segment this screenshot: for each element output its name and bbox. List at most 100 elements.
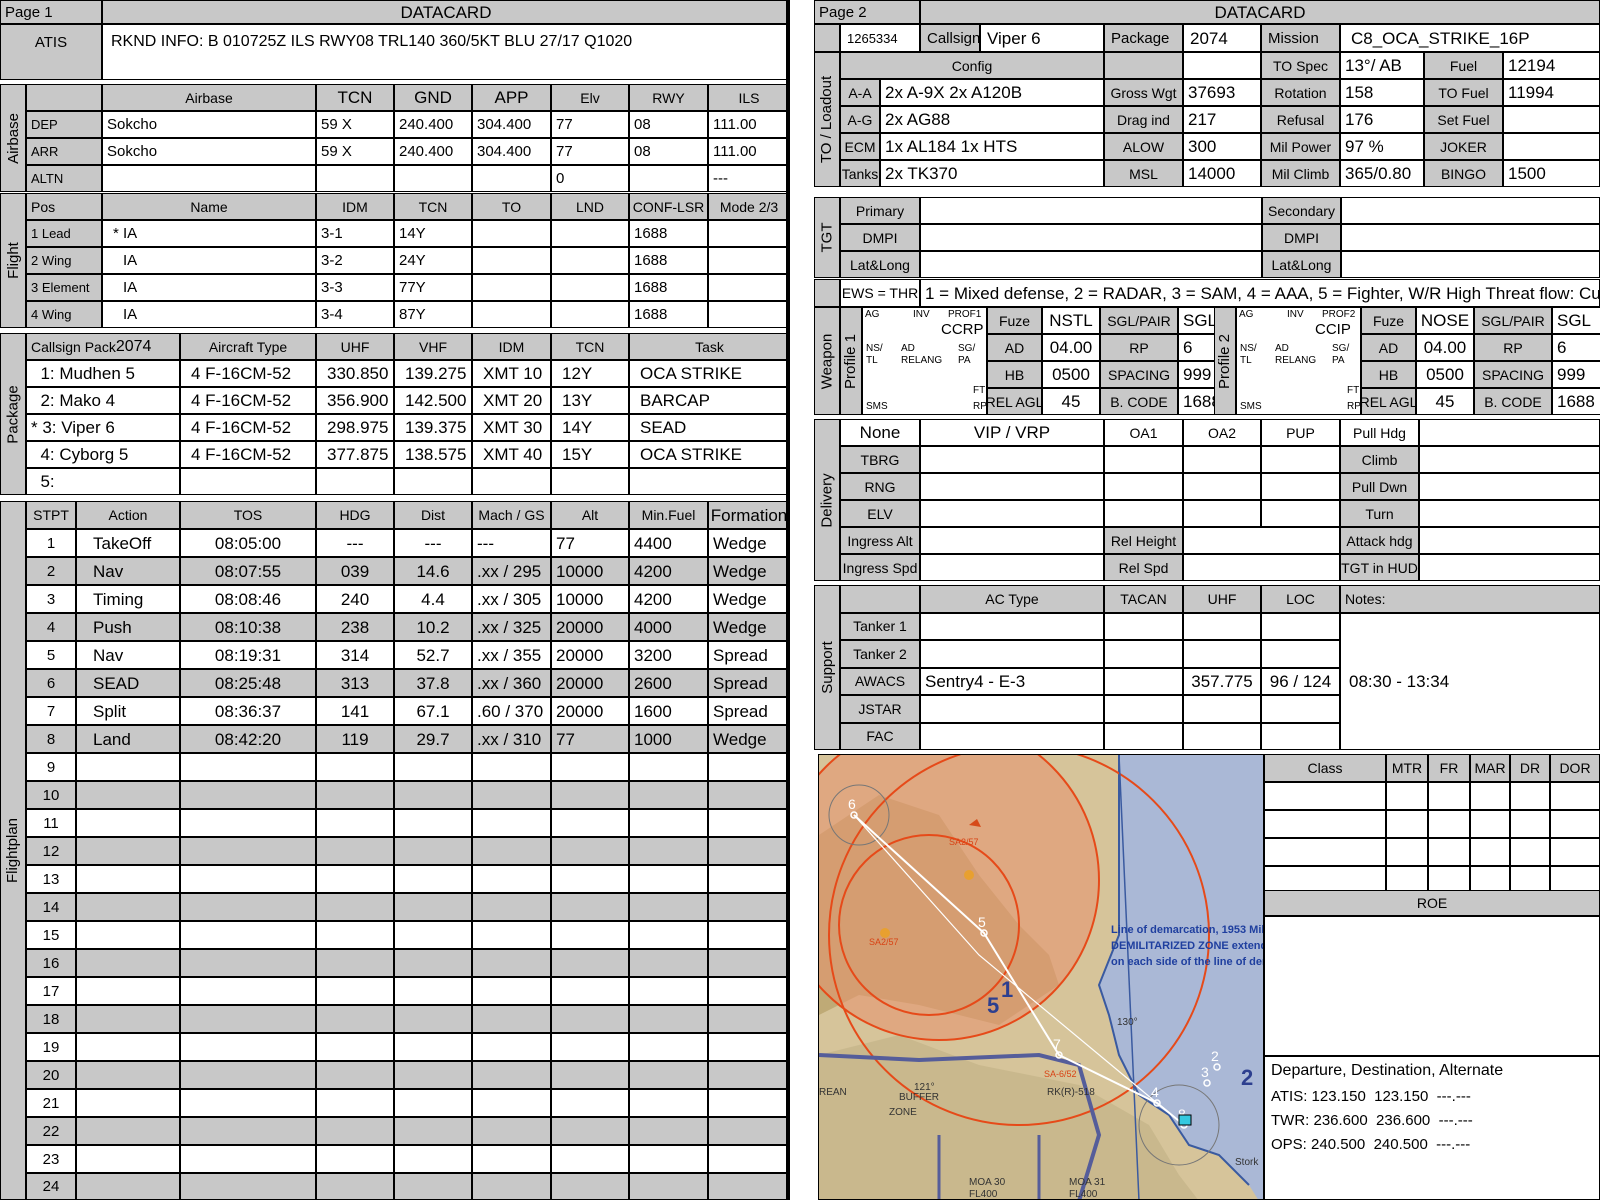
fp-cell: 119 [316,725,394,753]
fp-cell [472,1145,551,1173]
airbase-cell: Sokcho [102,138,316,165]
fp-cell [551,1061,629,1089]
flight-cell: 3-2 [316,247,394,274]
delivery-label: Pull Dwn [1340,473,1419,500]
fp-cell [472,781,551,809]
flight-cell [551,301,629,328]
weapon-value: 04.00 [1042,334,1100,361]
threat-label: SA-6/52 [1044,1069,1077,1079]
loadout-label: Mil Climb [1261,160,1340,187]
row1-cell: C8_OCA_STRIKE_16P [1340,24,1600,52]
flight-section-label: Flight [0,193,26,328]
fp-header: HDG [316,501,394,529]
package-cell [180,468,316,495]
tgt-value [920,251,1262,278]
flight-cell: 1688 [629,247,708,274]
fp-cell [629,1173,708,1200]
fp-cell [76,921,180,949]
sms-text: SG/ [1332,343,1350,354]
airbase-cell: 0 [551,165,629,192]
fp-stpt: 13 [26,865,76,893]
class-cell [1550,838,1600,866]
airbase-header: Airbase [102,84,316,111]
flightplan-section-label-text: Flightplan [4,817,22,884]
fp-cell [76,865,180,893]
support-uhf: 357.775 [1183,667,1261,695]
weapon-value: 45 [1416,388,1474,415]
airbase-header: GND [394,84,472,111]
mission-map[interactable]: 2 3 4 5 6 7 8 SA2/57 SA2/57 SA-6/52 Line of demarc… [818,754,1264,1200]
delivery-label: ELV [840,500,920,527]
support-uhf [1183,695,1261,723]
map-label: 2 [1241,1065,1253,1090]
loadout-label: ECM [840,133,880,160]
flight-header: Mode 2/3 [708,193,790,220]
weapon-value: 0500 [1416,361,1474,388]
fp-stpt: 9 [26,753,76,781]
tgt-section-label-text: TGT [818,222,836,253]
tgt-label: DMPI [1262,224,1341,251]
fp-cell [180,1089,316,1117]
fp-cell: Nav [76,641,180,669]
sms-text: AD [901,343,915,354]
map-label: REAN [819,1087,847,1098]
fp-cell [76,949,180,977]
support-label: Tanker 1 [840,612,920,640]
fp-cell [708,949,790,977]
fp-cell [394,809,472,837]
fp-cell [629,1117,708,1145]
package-cell: OCA STRIKE [629,441,790,468]
package-cell: 138.575 [394,441,472,468]
fp-stpt: 6 [26,669,76,697]
loadout-label: Mil Power [1261,133,1340,160]
fp-cell: Wedge [708,725,790,753]
fp-stpt: 15 [26,921,76,949]
sms-text: PA [958,355,971,366]
flight-cell: IA [102,274,316,301]
class-header: MTR [1386,754,1428,782]
loadout-value: 14000 [1183,160,1261,187]
tgt-value [1341,197,1600,224]
fp-cell: 4.4 [394,585,472,613]
weapon-label: SPACING [1474,361,1552,388]
ews-blank [814,279,840,307]
fp-cell: 240 [316,585,394,613]
loadout-label: JOKER [1424,133,1503,160]
fp-cell: 039 [316,557,394,585]
fp-cell [551,1005,629,1033]
fp-cell [394,1061,472,1089]
loadout-value: 2x TK370 [880,160,1104,187]
package-cell: 139.375 [394,414,472,441]
package-cell [472,468,551,495]
flight-cell [708,301,790,328]
sms-text: FT [973,385,986,396]
fp-cell [316,781,394,809]
flight-cell [472,220,551,247]
package-cell: XMT 20 [472,387,551,414]
airbase-cell: Sokcho [102,111,316,138]
fp-stpt: 8 [26,725,76,753]
weapon-label: SPACING [1100,361,1178,388]
fp-cell [394,1145,472,1173]
comms-line: OPS: 240.500 240.500 ---.--- [1271,1136,1471,1153]
tgt-label: DMPI [840,224,920,251]
fp-cell [316,893,394,921]
fp-cell: .xx / 360 [472,669,551,697]
fp-cell [180,1005,316,1033]
sms-text: RELANG [1275,355,1317,366]
fp-cell [472,1117,551,1145]
fp-cell [316,753,394,781]
delivery-cell [1104,500,1183,527]
delivery-section-label: Delivery [814,419,840,581]
loadout-label: A-G [840,106,880,133]
fp-stpt: 24 [26,1173,76,1200]
threat-label: SA2/57 [949,837,979,847]
fp-cell: Wedge [708,557,790,585]
airbase-header: Elv [551,84,629,111]
sms-text: PROF2 [1322,309,1356,320]
airbase-header: TCN [316,84,394,111]
map-label: 121° [914,1082,935,1093]
airbase-cell: 77 [551,111,629,138]
row1-cell: Viper 6 [980,24,1104,52]
fp-cell [76,893,180,921]
